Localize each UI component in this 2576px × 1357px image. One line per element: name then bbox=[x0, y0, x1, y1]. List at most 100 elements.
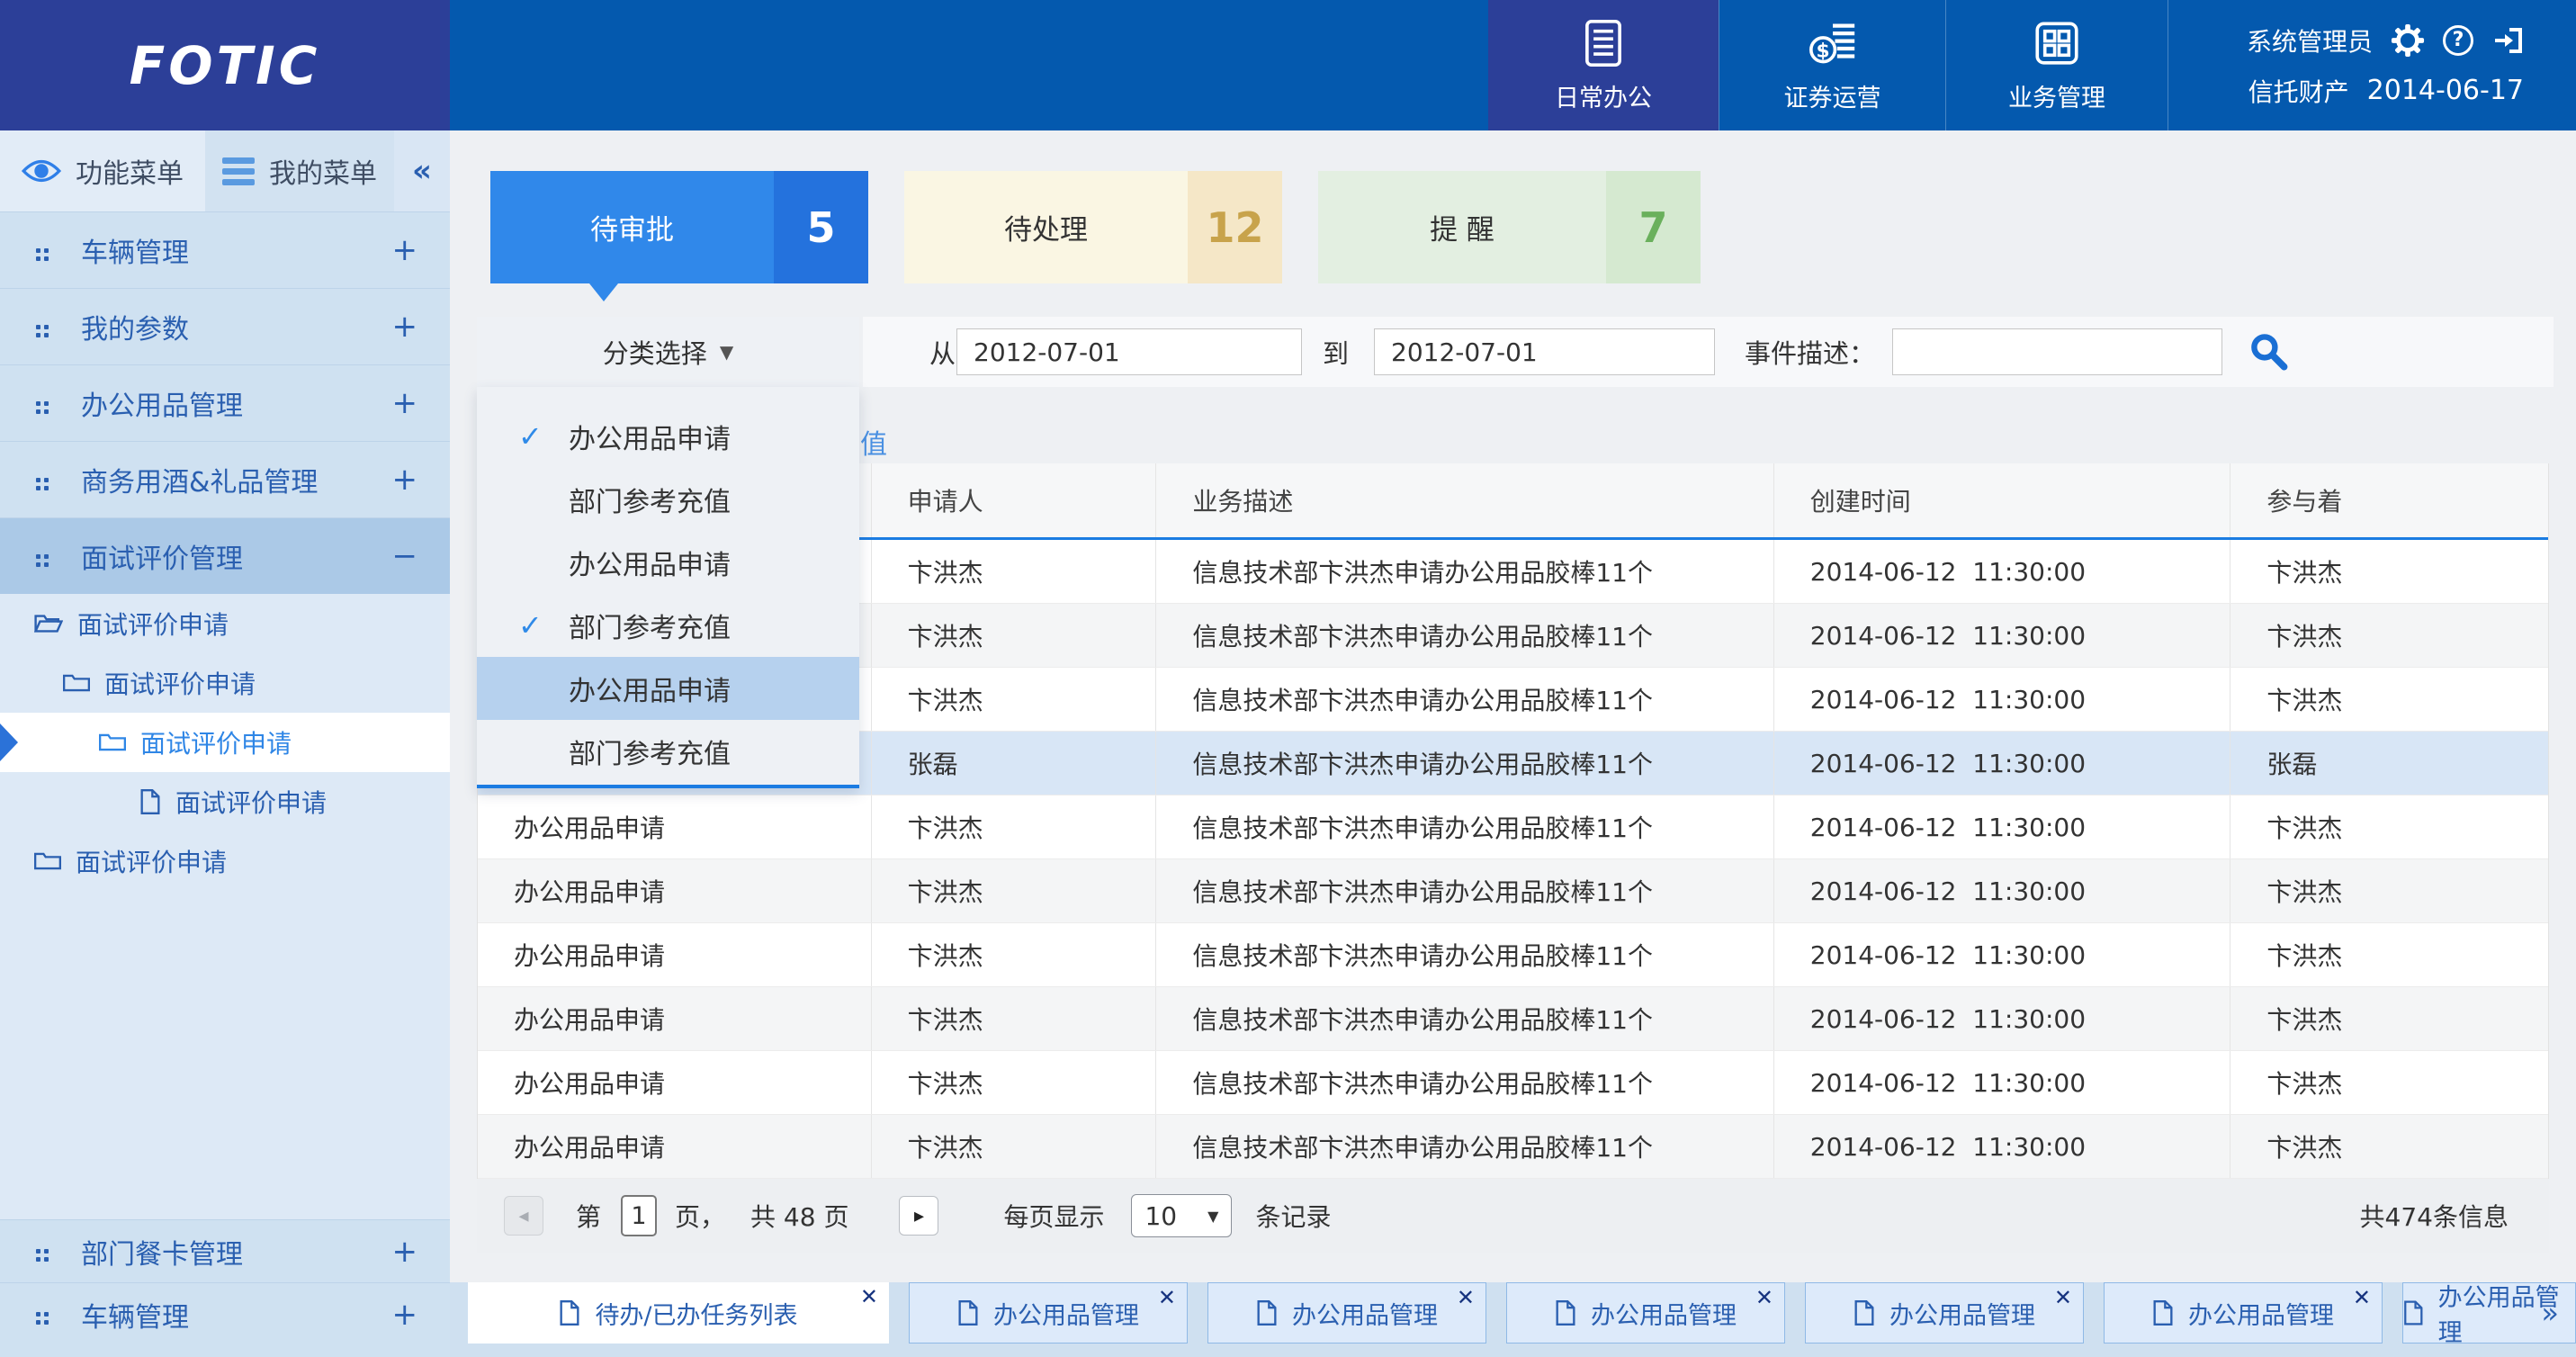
dropdown-option[interactable]: 部门参考充值 bbox=[477, 468, 859, 531]
file-icon bbox=[957, 1300, 979, 1326]
close-icon[interactable]: ✕ bbox=[2054, 1285, 2072, 1310]
tab-function-label: 功能菜单 bbox=[76, 151, 184, 191]
event-desc-input[interactable] bbox=[1892, 328, 2222, 375]
expand-plus-icon[interactable]: + bbox=[392, 1297, 418, 1333]
tab-function-menu[interactable]: 功能菜单 bbox=[0, 130, 205, 211]
dropdown-option-highlighted[interactable]: 办公用品申请 bbox=[477, 657, 859, 720]
nav-tab-label: 日常办公 bbox=[1555, 78, 1652, 113]
table-row[interactable]: 办公用品申请卞洪杰信息技术部卞洪杰申请办公用品胶棒11个2014-06-12 1… bbox=[478, 923, 2548, 987]
table-row[interactable]: 办公用品申请卞洪杰信息技术部卞洪杰申请办公用品胶棒11个2014-06-12 1… bbox=[478, 1115, 2548, 1179]
date-from-input[interactable] bbox=[956, 328, 1302, 375]
submenu-item[interactable]: 面试评价申请 bbox=[0, 594, 450, 653]
table-row[interactable]: 办公用品申请卞洪杰信息技术部卞洪杰申请办公用品胶棒11个2014-06-12 1… bbox=[478, 795, 2548, 859]
bottom-tab-task-list[interactable]: 待办/已办任务列表 ✕ bbox=[468, 1282, 889, 1344]
dropdown-option-label: 部门参考充值 bbox=[569, 606, 731, 645]
dropdown-option[interactable]: ✓ 部门参考充值 bbox=[477, 594, 859, 657]
bottom-tab[interactable]: 办公用品管理 ✕ bbox=[1207, 1282, 1486, 1344]
nav-tab-label: 业务管理 bbox=[2008, 78, 2105, 113]
sidebar-item-label: 办公用品管理 bbox=[81, 383, 243, 423]
bottom-tab[interactable]: 办公用品管理 ✕ bbox=[1805, 1282, 2084, 1344]
top-header: FOTIC 日常办公 $ 证券运营 bbox=[0, 0, 2576, 130]
more-tabs-icon[interactable]: » bbox=[2541, 1296, 2559, 1330]
table-row[interactable]: 办公用品申请卞洪杰信息技术部卞洪杰申请办公用品胶棒11个2014-06-12 1… bbox=[478, 859, 2548, 923]
gear-icon[interactable] bbox=[2391, 23, 2425, 58]
category-select-dropdown[interactable]: 分类选择 ▼ bbox=[477, 317, 859, 387]
sidebar-item-wine-gifts[interactable]: 商务用酒&礼品管理 + bbox=[0, 441, 450, 517]
table-row[interactable]: 办公用品申请卞洪杰信息技术部卞洪杰申请办公用品胶棒11个2014-06-12 1… bbox=[478, 987, 2548, 1051]
bottom-tab-label: 办公用品管理 bbox=[993, 1296, 1139, 1331]
sidebar-item-vehicle[interactable]: 车辆管理 + bbox=[0, 211, 450, 288]
sidebar-item-label: 商务用酒&礼品管理 bbox=[81, 460, 318, 499]
bottom-tab[interactable]: 办公用品管理 ✕ bbox=[1506, 1282, 1785, 1344]
document-list-icon bbox=[1577, 17, 1629, 69]
sidebar-item-interview-eval[interactable]: 面试评价管理 − bbox=[0, 517, 450, 594]
sidebar-item-meal-card[interactable]: 部门餐卡管理 + bbox=[0, 1219, 450, 1282]
submenu-item[interactable]: 面试评价申请 bbox=[0, 831, 450, 891]
date-to-input[interactable] bbox=[1374, 328, 1715, 375]
expand-plus-icon[interactable]: + bbox=[392, 309, 418, 345]
card-pending-process[interactable]: 待处理 12 bbox=[904, 171, 1282, 283]
dropdown-option-label: 办公用品申请 bbox=[569, 669, 731, 708]
drag-handle-icon bbox=[36, 325, 40, 329]
close-icon[interactable]: ✕ bbox=[2353, 1285, 2371, 1310]
dropdown-option[interactable]: 办公用品申请 bbox=[477, 531, 859, 594]
expand-plus-icon[interactable]: + bbox=[392, 462, 418, 498]
help-icon[interactable]: ? bbox=[2443, 25, 2473, 56]
submenu-item-active[interactable]: 面试评价申请 bbox=[0, 713, 450, 772]
search-icon[interactable] bbox=[2248, 331, 2290, 376]
caret-down-icon: ▼ bbox=[720, 341, 733, 363]
total-pages-label: 共 48 页 bbox=[750, 1198, 848, 1234]
expand-plus-icon[interactable]: + bbox=[392, 232, 418, 268]
collapse-minus-icon[interactable]: − bbox=[392, 538, 418, 574]
file-icon bbox=[1853, 1300, 1875, 1326]
bottom-tab[interactable]: 办公用品管理 ✕ bbox=[2104, 1282, 2383, 1344]
submenu-item[interactable]: 面试评价申请 bbox=[0, 772, 450, 831]
logout-icon[interactable] bbox=[2491, 24, 2524, 57]
main-content: 待审批 5 待处理 12 提 醒 7 分类选择 ▼ 从 到 事件描述： bbox=[450, 130, 2576, 1357]
card-reminder[interactable]: 提 醒 7 bbox=[1318, 171, 1701, 283]
user-row-bottom: 信托财产 2014-06-17 bbox=[2248, 73, 2524, 109]
sidebar-item-label: 车辆管理 bbox=[81, 230, 189, 270]
sidebar-item-vehicle-2[interactable]: 车辆管理 + bbox=[0, 1282, 450, 1345]
coin-lines-icon: $ bbox=[1807, 17, 1859, 69]
submenu-item[interactable]: 面试评价申请 bbox=[0, 653, 450, 713]
sidebar-item-my-params[interactable]: 我的参数 + bbox=[0, 288, 450, 364]
bottom-tab-overflow[interactable]: 办公用品管理 » bbox=[2402, 1282, 2576, 1344]
sidebar-item-office-supplies[interactable]: 办公用品管理 + bbox=[0, 364, 450, 441]
sidebar-collapse-button[interactable]: « bbox=[394, 130, 450, 211]
card-pending-approval[interactable]: 待审批 5 bbox=[490, 171, 868, 283]
prev-page-button[interactable]: ◂ bbox=[504, 1196, 543, 1236]
user-row-top: 系统管理员 ? bbox=[2247, 22, 2524, 58]
sidebar-item-label: 面试评价管理 bbox=[81, 536, 243, 576]
logo: FOTIC bbox=[0, 0, 450, 130]
nav-tab-securities[interactable]: $ 证券运营 bbox=[1719, 0, 1945, 130]
folder-icon bbox=[99, 732, 126, 753]
page-suffix-label: 页， bbox=[675, 1198, 725, 1234]
tab-my-menu[interactable]: 我的菜单 bbox=[205, 130, 394, 211]
file-icon bbox=[2403, 1300, 2424, 1326]
eye-icon bbox=[22, 157, 61, 184]
dropdown-option[interactable]: 部门参考充值 bbox=[477, 720, 859, 783]
close-icon[interactable]: ✕ bbox=[860, 1284, 878, 1309]
bottom-tab[interactable]: 办公用品管理 ✕ bbox=[909, 1282, 1188, 1344]
table-row[interactable]: 办公用品申请卞洪杰信息技术部卞洪杰申请办公用品胶棒11个2014-06-12 1… bbox=[478, 1051, 2548, 1115]
close-icon[interactable]: ✕ bbox=[1158, 1285, 1176, 1310]
submenu-item-label: 面试评价申请 bbox=[76, 843, 227, 879]
nav-tab-daily-office[interactable]: 日常办公 bbox=[1488, 0, 1719, 130]
file-icon bbox=[1256, 1300, 1278, 1326]
expand-plus-icon[interactable]: + bbox=[392, 385, 418, 421]
page-number-input[interactable]: 1 bbox=[621, 1195, 657, 1236]
file-icon bbox=[1555, 1300, 1576, 1326]
active-wedge-icon bbox=[0, 723, 18, 761]
close-icon[interactable]: ✕ bbox=[1457, 1285, 1475, 1310]
dropdown-option-label: 部门参考充值 bbox=[569, 732, 731, 771]
bottom-tabs-row: 待办/已办任务列表 ✕ 办公用品管理 ✕ 办公用品管理 ✕ 办公用品管理 ✕ bbox=[468, 1282, 2576, 1344]
dropdown-option[interactable]: ✓ 办公用品申请 bbox=[477, 405, 859, 468]
per-page-select[interactable]: 10 ▼ bbox=[1131, 1194, 1232, 1237]
drag-handle-icon bbox=[36, 554, 40, 559]
next-page-button[interactable]: ▸ bbox=[899, 1196, 938, 1236]
grid-icon bbox=[2031, 17, 2083, 69]
expand-plus-icon[interactable]: + bbox=[392, 1234, 418, 1270]
nav-tab-business[interactable]: 业务管理 bbox=[1945, 0, 2168, 130]
close-icon[interactable]: ✕ bbox=[1755, 1285, 1773, 1310]
